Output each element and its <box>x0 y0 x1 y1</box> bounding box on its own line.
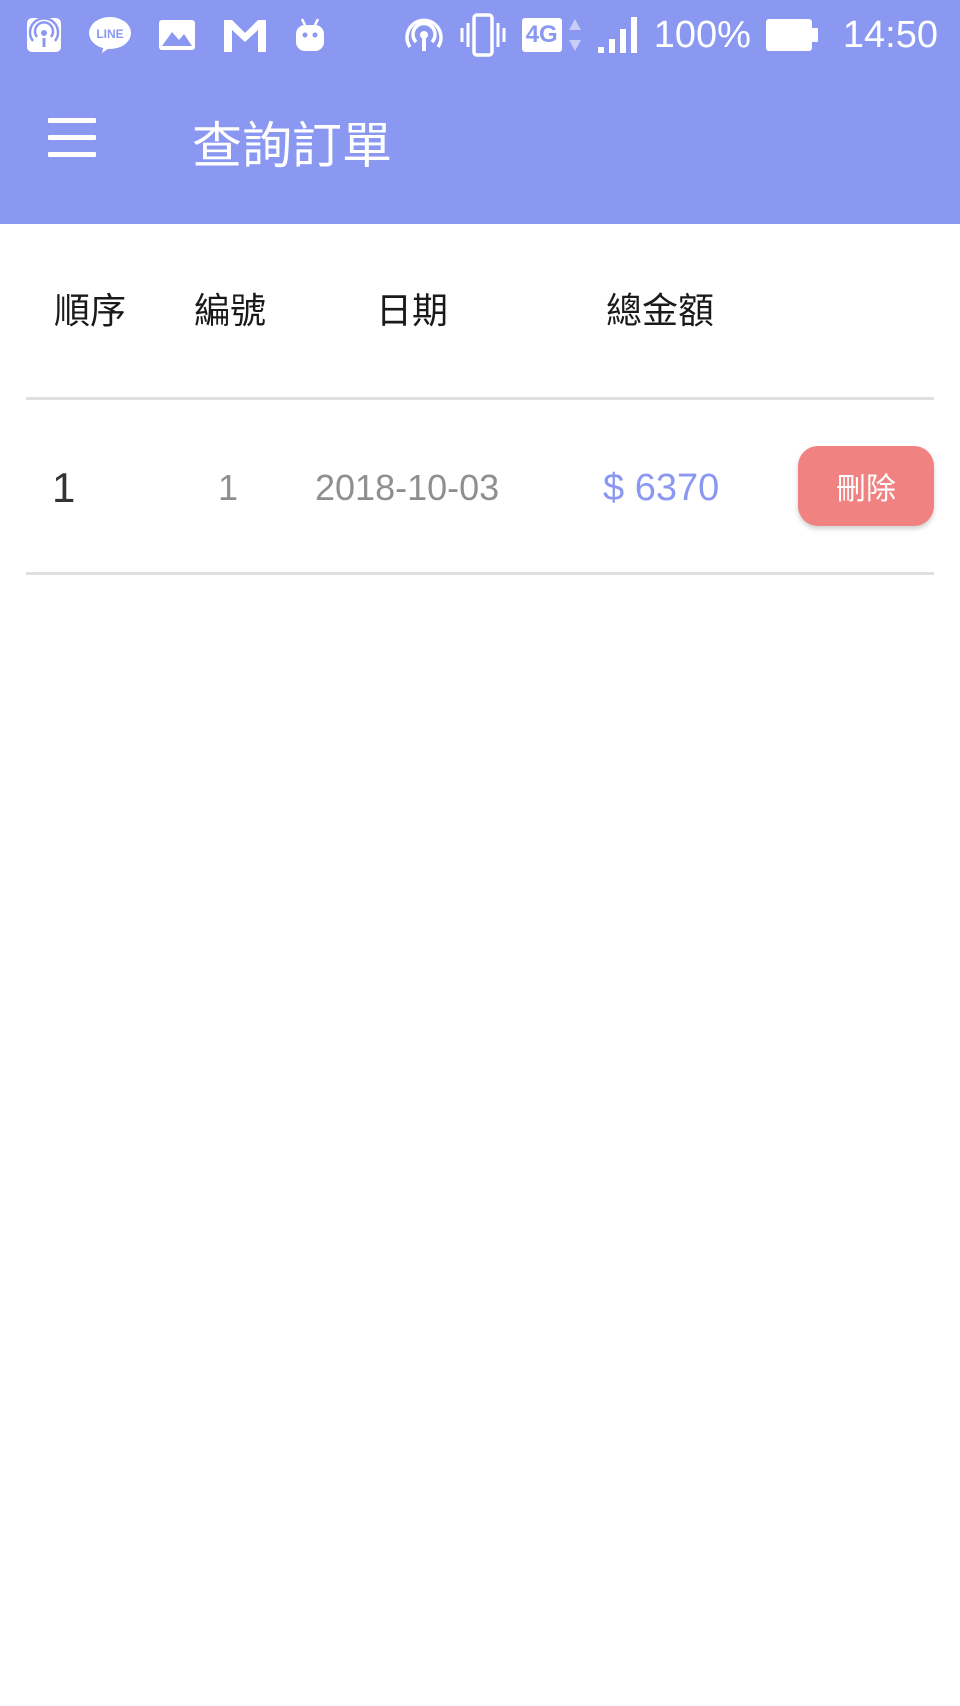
row-date: 2018-10-03 <box>315 467 500 508</box>
app-header: LINE 4G 100% 14:50 查詢訂單 <box>0 0 960 224</box>
notification-icons: LINE <box>26 10 326 60</box>
header-divider <box>26 397 934 400</box>
row-divider <box>26 572 934 575</box>
data-activity-icon <box>568 18 582 52</box>
column-header-total: 總金額 <box>606 291 715 332</box>
menu-icon[interactable] <box>44 116 100 160</box>
signal-icon <box>596 15 640 55</box>
row-total-amount: $ 6370 <box>603 467 720 509</box>
svg-text:LINE: LINE <box>96 27 123 41</box>
network-4g-icon: 4G <box>521 18 562 52</box>
gallery-icon <box>158 19 196 51</box>
row-sequence: 1 <box>52 464 76 511</box>
column-header-date: 日期 <box>376 291 449 332</box>
line-icon: LINE <box>88 15 132 55</box>
row-order-number: 1 <box>218 467 239 508</box>
system-indicators: 4G 100% 14:50 <box>404 8 938 62</box>
clock: 14:50 <box>842 13 938 56</box>
page-title: 查詢訂單 <box>192 117 392 175</box>
hotspot-icon <box>26 17 62 53</box>
battery-percentage: 100% <box>653 14 751 56</box>
delete-button[interactable]: 刪除 <box>798 446 934 526</box>
android-icon <box>294 17 326 53</box>
column-header-number: 編號 <box>194 291 267 332</box>
hotspot-icon <box>404 15 444 55</box>
battery-icon <box>765 18 819 52</box>
status-bar: LINE 4G 100% 14:50 <box>0 0 960 72</box>
vibrate-icon <box>458 13 508 57</box>
gmail-icon <box>222 16 268 54</box>
column-header-sequence: 順序 <box>54 291 127 332</box>
